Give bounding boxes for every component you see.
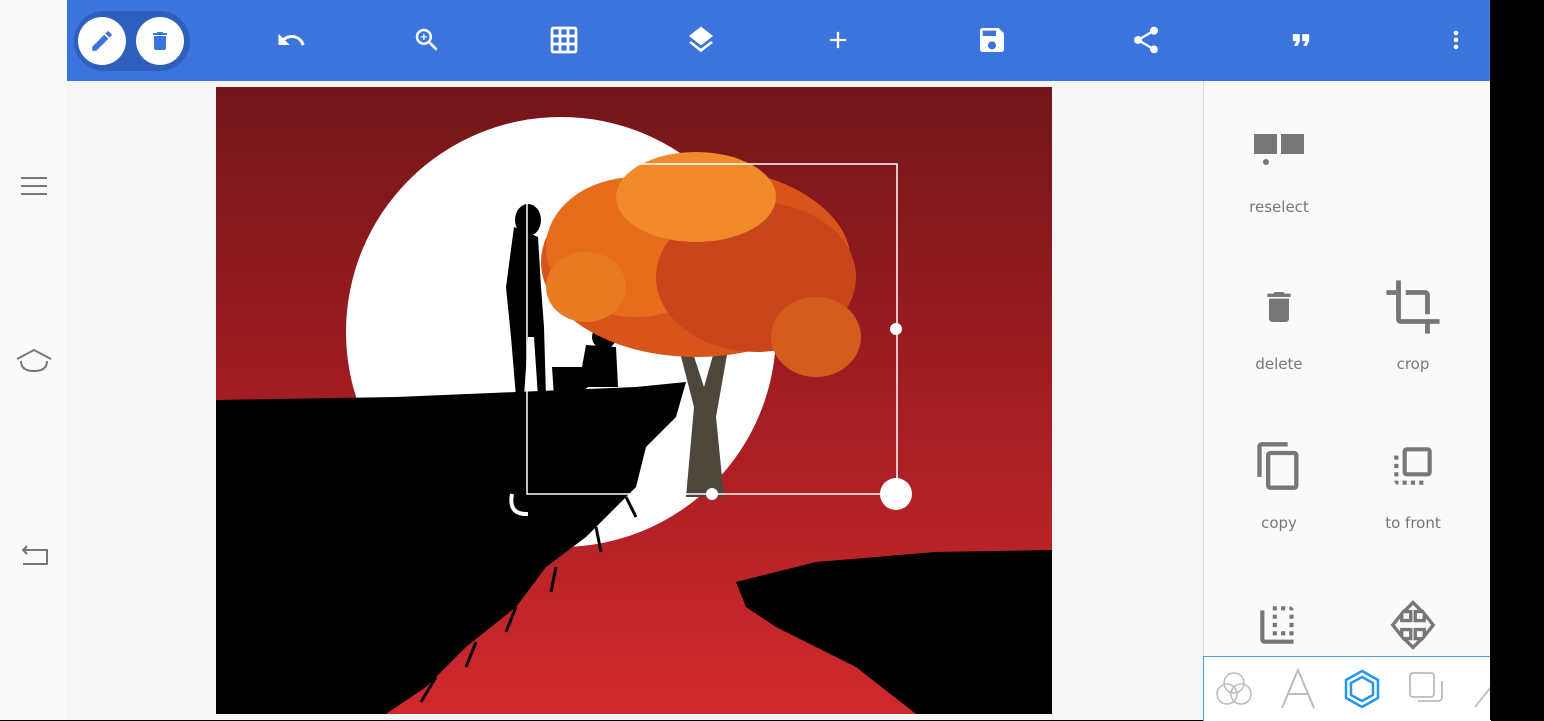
copy-label: copy [1261,514,1297,532]
to-back-button[interactable] [1212,585,1346,665]
home-icon[interactable] [0,335,67,385]
delete-label: delete [1255,355,1303,373]
quote-icon[interactable] [1275,14,1327,66]
plus-icon[interactable] [812,14,864,66]
right-cliff [736,550,1052,714]
menu-icon[interactable] [0,161,67,211]
pencil-icon[interactable] [78,17,126,65]
share-icon[interactable] [1120,14,1172,66]
move-icon [1346,585,1480,665]
copy-icon [1212,426,1346,506]
resize-handle-right [890,323,902,335]
crop-button[interactable]: crop [1346,267,1480,373]
crop-label: crop [1396,355,1430,373]
to-front-icon [1346,426,1480,506]
reselect-icon [1212,110,1346,190]
copy-button[interactable]: copy [1212,426,1346,532]
shape-icon[interactable] [1340,667,1384,711]
more-vert-icon[interactable] [1430,14,1482,66]
reselect-button[interactable]: reselect [1212,110,1346,216]
trash-icon [1212,267,1346,347]
layer-icon[interactable] [1404,667,1448,711]
left-cliff [216,382,686,714]
resize-handle-corner [880,478,912,510]
delete-button[interactable]: delete [1212,267,1346,373]
zoom-in-icon[interactable] [401,14,453,66]
resize-handle-bottom [706,488,718,500]
layers-icon[interactable] [675,14,727,66]
editing-canvas[interactable] [216,87,1052,714]
system-nav-bar [0,0,67,720]
to-front-button[interactable]: to front [1346,426,1480,532]
save-icon[interactable] [966,14,1018,66]
trash-icon[interactable] [136,17,184,65]
grid-icon[interactable] [538,14,590,66]
back-icon[interactable] [0,530,67,580]
to-back-icon [1212,585,1346,665]
text-icon[interactable] [1276,667,1320,711]
move-button[interactable] [1346,585,1480,665]
reselect-label: reselect [1249,198,1309,216]
undo-icon[interactable] [265,14,317,66]
bottom-tab-bar [1203,656,1499,721]
blend-icon[interactable] [1212,667,1256,711]
screen-edge [1490,0,1544,720]
crop-icon [1346,267,1480,347]
to-front-label: to front [1385,514,1441,532]
